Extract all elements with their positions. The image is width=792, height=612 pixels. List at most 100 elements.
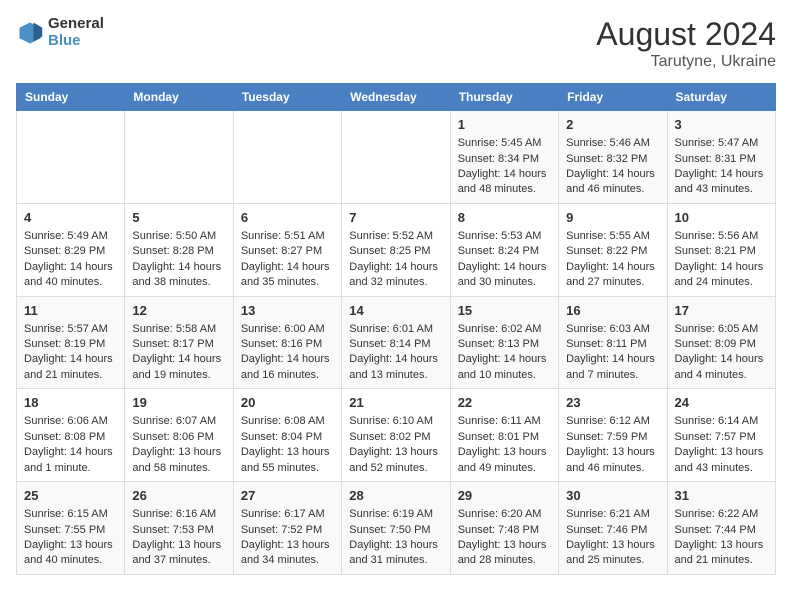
day-number: 16 [566,302,659,320]
day-info: Daylight: 14 hours and 35 minutes. [241,260,334,291]
day-info: Sunset: 7:59 PM [566,430,659,445]
day-number: 7 [349,209,442,227]
calendar-table: SundayMondayTuesdayWednesdayThursdayFrid… [16,83,776,575]
day-info: Daylight: 14 hours and 48 minutes. [458,167,551,198]
day-number: 3 [675,116,768,134]
calendar-cell: 14Sunrise: 6:01 AMSunset: 8:14 PMDayligh… [342,296,450,389]
day-info: Sunset: 8:25 PM [349,244,442,259]
day-info: Sunrise: 6:02 AM [458,322,551,337]
day-info: Sunset: 8:08 PM [24,430,117,445]
logo-line2: Blue [48,33,104,50]
calendar-cell [342,111,450,204]
day-info: Sunset: 8:27 PM [241,244,334,259]
day-info: Sunrise: 5:51 AM [241,229,334,244]
page-subtitle: Tarutyne, Ukraine [596,53,776,71]
calendar-cell: 9Sunrise: 5:55 AMSunset: 8:22 PMDaylight… [559,203,667,296]
calendar-cell: 11 Sunrise: 5:57 AMSunset: 8:19 PMDayligh… [17,296,125,389]
day-info: Sunset: 8:09 PM [675,337,768,352]
day-info: Sunrise: 5:52 AM [349,229,442,244]
day-info: Sunrise: 6:21 AM [566,507,659,522]
day-number: 5 [132,209,225,227]
day-info: Sunset: 8:14 PM [349,337,442,352]
day-info: Sunrise: 6:17 AM [241,507,334,522]
day-info: Sunrise: 5:45 AM [458,136,551,151]
day-number: 22 [458,394,551,412]
calendar-cell: 23Sunrise: 6:12 AMSunset: 7:59 PMDayligh… [559,389,667,482]
calendar-body: 1Sunrise: 5:45 AMSunset: 8:34 PMDaylight… [17,111,776,575]
day-number: 12 [132,302,225,320]
calendar-cell: 13Sunrise: 6:00 AMSunset: 8:16 PMDayligh… [233,296,341,389]
day-info: Sunrise: 6:12 AM [566,414,659,429]
day-info: Daylight: 14 hours and 30 minutes. [458,260,551,291]
calendar-cell: 2Sunrise: 5:46 AMSunset: 8:32 PMDaylight… [559,111,667,204]
day-info: Sunrise: 6:19 AM [349,507,442,522]
day-info: Daylight: 13 hours and 58 minutes. [132,445,225,476]
day-number: 31 [675,487,768,505]
calendar-cell: 27Sunrise: 6:17 AMSunset: 7:52 PMDayligh… [233,482,341,575]
day-info: Daylight: 14 hours and 40 minutes. [24,260,117,291]
calendar-cell: 25Sunrise: 6:15 AMSunset: 7:55 PMDayligh… [17,482,125,575]
day-info: Daylight: 14 hours and 43 minutes. [675,167,768,198]
day-info: Sunset: 8:01 PM [458,430,551,445]
day-info: Sunrise: 5:57 AM [24,322,117,337]
day-info: Daylight: 13 hours and 55 minutes. [241,445,334,476]
day-number: 14 [349,302,442,320]
day-number: 4 [24,209,117,227]
day-info: Sunset: 8:29 PM [24,244,117,259]
page-title: August 2024 [596,16,776,53]
day-info: Sunset: 7:48 PM [458,523,551,538]
day-number: 24 [675,394,768,412]
calendar-cell: 1Sunrise: 5:45 AMSunset: 8:34 PMDaylight… [450,111,558,204]
day-number: 28 [349,487,442,505]
calendar-week-1: 1Sunrise: 5:45 AMSunset: 8:34 PMDaylight… [17,111,776,204]
day-info: Daylight: 14 hours and 32 minutes. [349,260,442,291]
day-info: Sunrise: 5:56 AM [675,229,768,244]
day-info: Sunset: 8:21 PM [675,244,768,259]
day-info: Daylight: 13 hours and 46 minutes. [566,445,659,476]
day-number: 19 [132,394,225,412]
calendar-cell: 19 Sunrise: 6:07 AMSunset: 8:06 PMDayligh… [125,389,233,482]
day-info: Daylight: 14 hours and 4 minutes. [675,352,768,383]
day-info: Sunrise: 5:53 AM [458,229,551,244]
day-info: Daylight: 14 hours and 10 minutes. [458,352,551,383]
calendar-cell: 28Sunrise: 6:19 AMSunset: 7:50 PMDayligh… [342,482,450,575]
day-info: Sunrise: 6:07 AM [132,414,225,429]
day-number: 9 [566,209,659,227]
day-info: Sunset: 8:11 PM [566,337,659,352]
weekday-header-sunday: Sunday [17,84,125,111]
day-number: 11 [24,302,117,320]
title-area: August 2024 Tarutyne, Ukraine [596,16,776,71]
day-info: Sunrise: 5:46 AM [566,136,659,151]
day-info: Daylight: 14 hours and 24 minutes. [675,260,768,291]
day-number: 2 [566,116,659,134]
day-info: Daylight: 13 hours and 43 minutes. [675,445,768,476]
weekday-header-saturday: Saturday [667,84,775,111]
day-number: 18 [24,394,117,412]
day-info: Sunset: 8:28 PM [132,244,225,259]
calendar-cell: 6Sunrise: 5:51 AMSunset: 8:27 PMDaylight… [233,203,341,296]
day-info: Sunrise: 6:06 AM [24,414,117,429]
calendar-cell: 3Sunrise: 5:47 AMSunset: 8:31 PMDaylight… [667,111,775,204]
page-header: General Blue August 2024 Tarutyne, Ukrai… [16,16,776,71]
day-info: Sunrise: 6:08 AM [241,414,334,429]
day-info: Sunset: 7:55 PM [24,523,117,538]
day-info: Daylight: 13 hours and 31 minutes. [349,538,442,569]
day-info: Daylight: 14 hours and 21 minutes. [24,352,117,383]
day-info: Daylight: 13 hours and 21 minutes. [675,538,768,569]
logo-line1: General [48,16,104,33]
day-number: 13 [241,302,334,320]
day-info: Sunset: 8:24 PM [458,244,551,259]
calendar-cell: 8Sunrise: 5:53 AMSunset: 8:24 PMDaylight… [450,203,558,296]
day-number: 20 [241,394,334,412]
weekday-header-monday: Monday [125,84,233,111]
calendar-cell: 10Sunrise: 5:56 AMSunset: 8:21 PMDayligh… [667,203,775,296]
calendar-cell: 20Sunrise: 6:08 AMSunset: 8:04 PMDayligh… [233,389,341,482]
day-info: Daylight: 13 hours and 52 minutes. [349,445,442,476]
calendar-week-4: 18 Sunrise: 6:06 AMSunset: 8:08 PM Dayligh… [17,389,776,482]
day-info: Daylight: 14 hours and 16 minutes. [241,352,334,383]
day-info: Sunset: 8:19 PM [24,337,117,352]
day-info: Sunset: 8:17 PM [132,337,225,352]
day-info: Sunset: 8:06 PM [132,430,225,445]
day-info: Daylight: 13 hours and 34 minutes. [241,538,334,569]
calendar-cell: 21Sunrise: 6:10 AMSunset: 8:02 PMDayligh… [342,389,450,482]
